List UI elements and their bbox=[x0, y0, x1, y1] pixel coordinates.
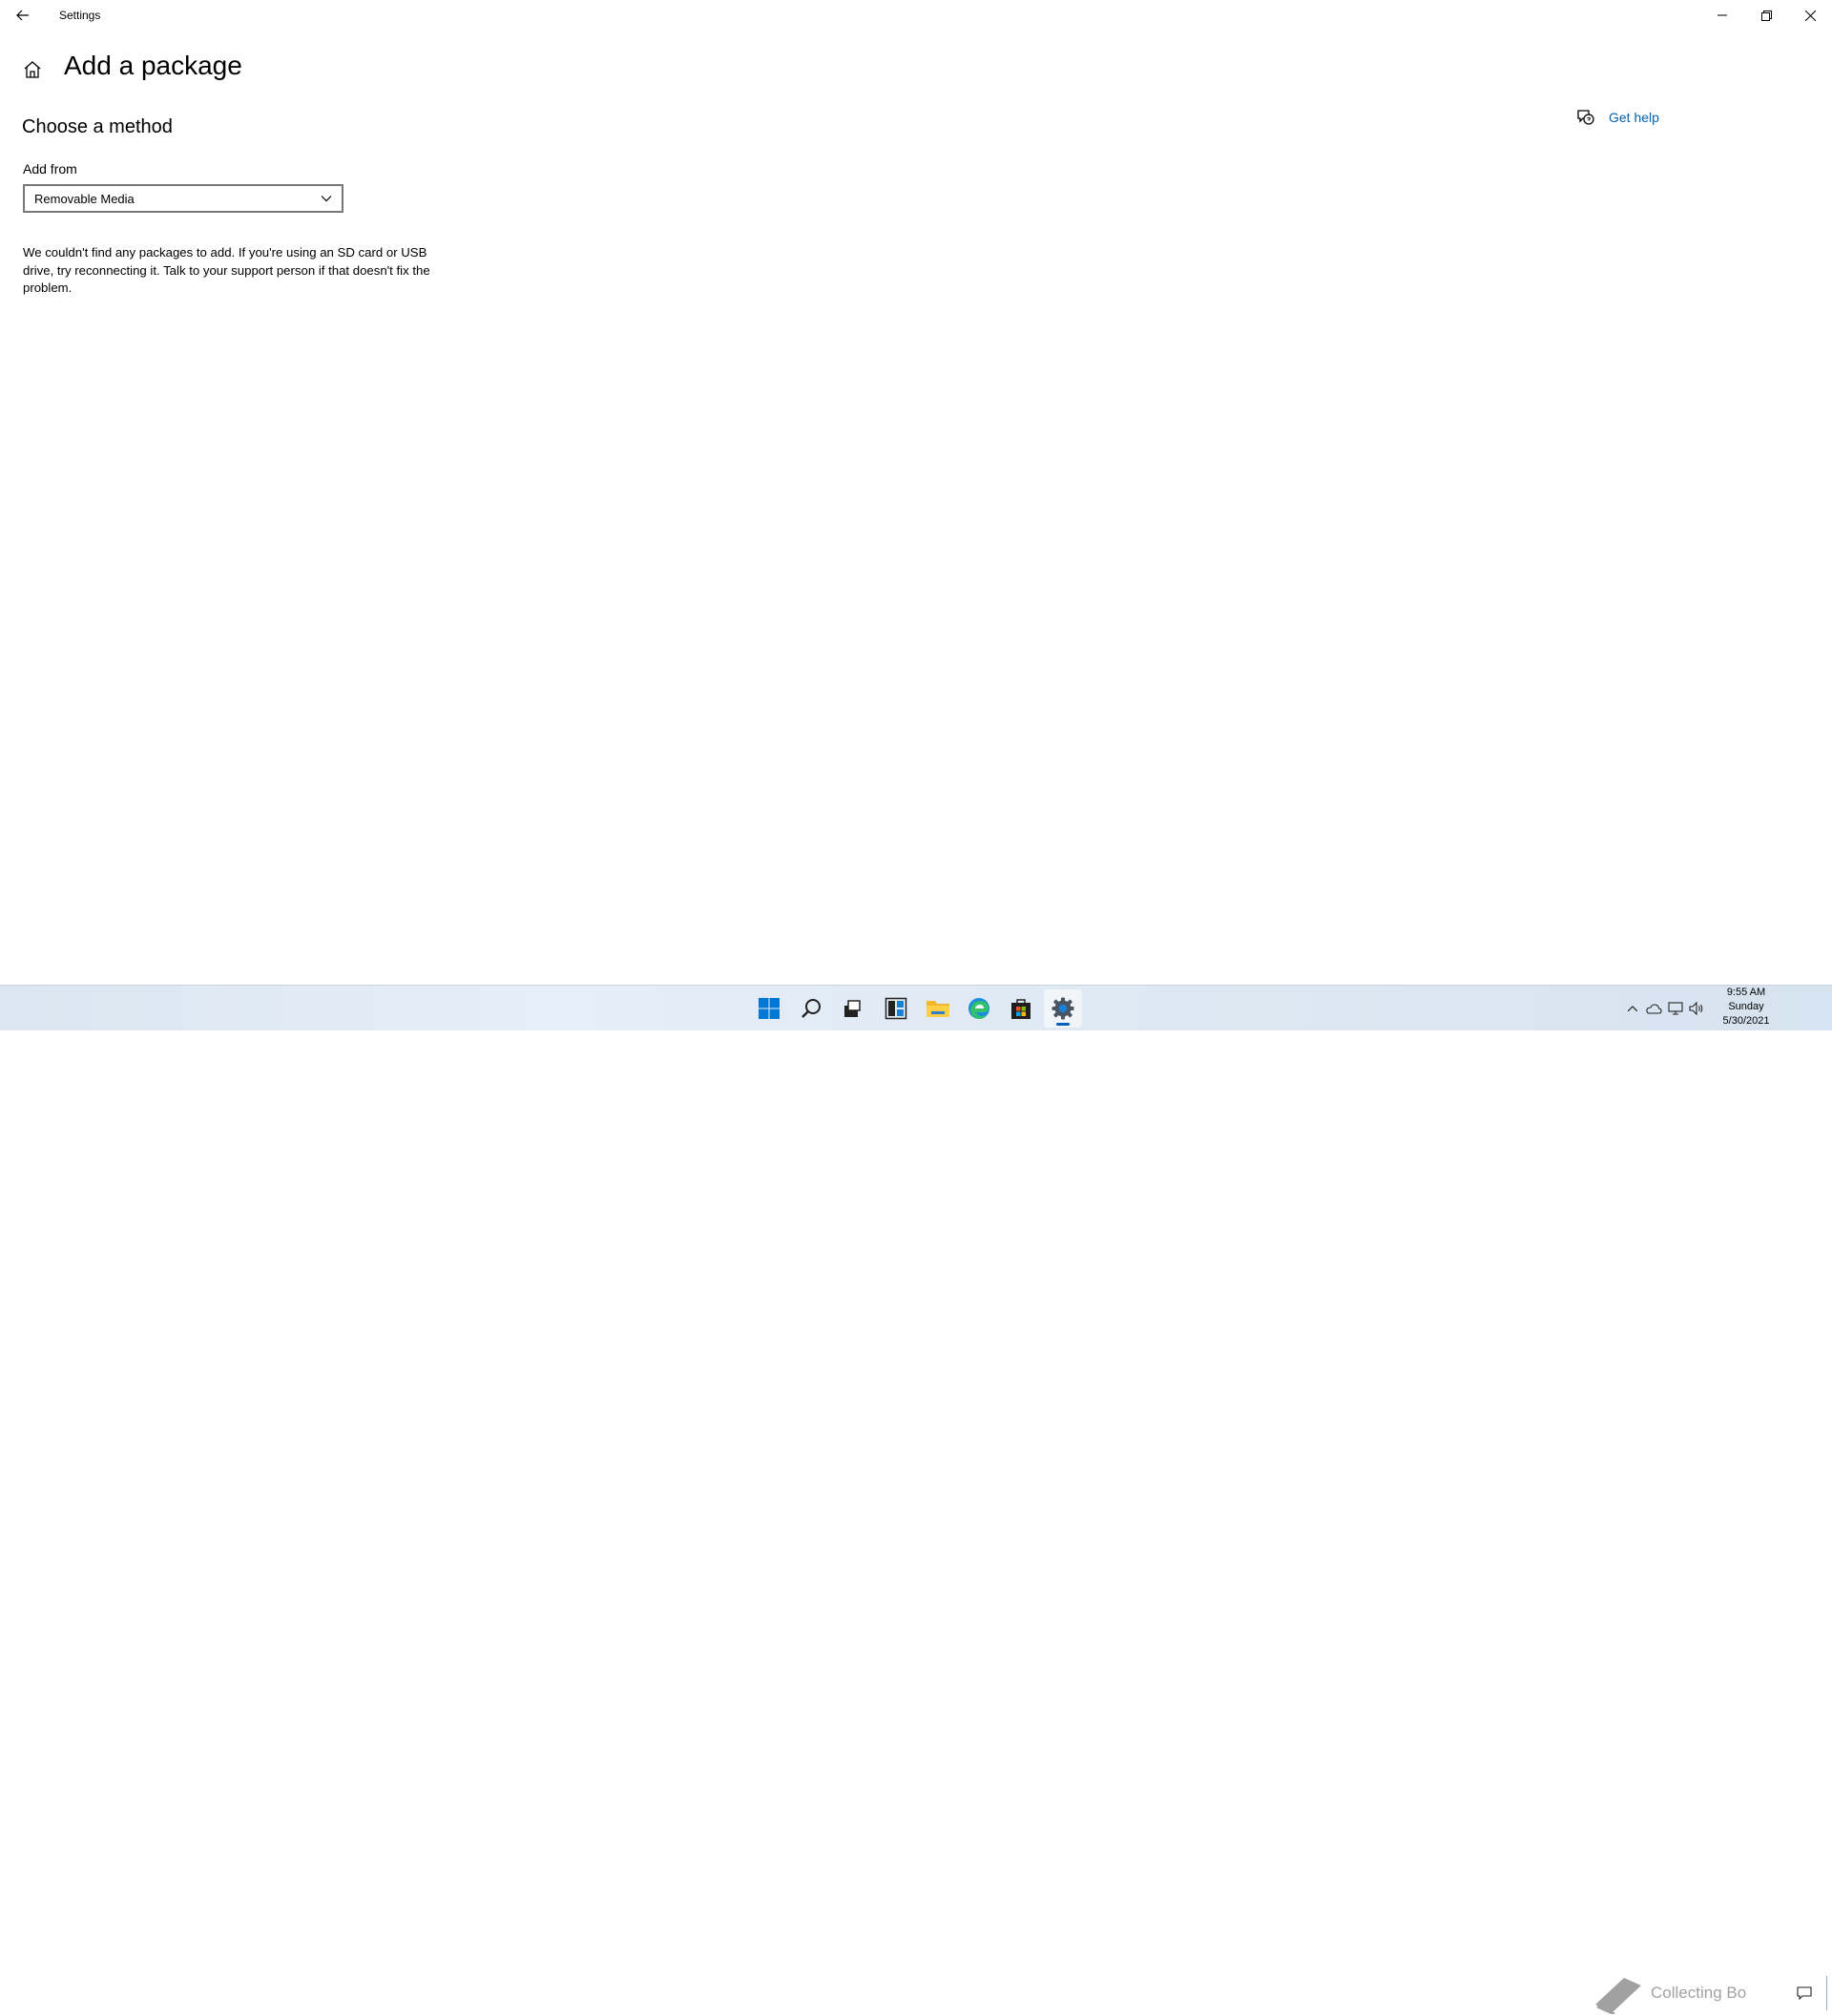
no-packages-message: We couldn't find any packages to add. If… bbox=[23, 245, 430, 295]
task-view-button[interactable] bbox=[833, 989, 871, 1028]
volume-tray[interactable] bbox=[1687, 986, 1706, 1031]
settings-taskbar-button[interactable] bbox=[1044, 989, 1082, 1028]
task-view-icon bbox=[844, 1000, 861, 1017]
page-title: Add a package bbox=[64, 51, 242, 80]
taskbar-clock[interactable]: 9:55 AM Sunday 5/30/2021 bbox=[1708, 986, 1784, 1029]
gear-icon bbox=[1051, 997, 1074, 1020]
add-from-dropdown[interactable]: Removable Media bbox=[23, 184, 344, 213]
taskbar: Collecting Bo bbox=[0, 985, 1832, 2014]
volume-icon bbox=[1689, 1002, 1703, 1015]
back-button[interactable] bbox=[8, 0, 38, 31]
clock-time: 9:55 AM bbox=[1726, 987, 1766, 998]
network-icon bbox=[1668, 1002, 1683, 1015]
store-icon bbox=[1011, 999, 1030, 1019]
notification-button[interactable] bbox=[1790, 1970, 1819, 2016]
section-title: Choose a method bbox=[22, 116, 173, 137]
title-bar: Settings bbox=[0, 0, 1832, 31]
store-button[interactable] bbox=[1002, 989, 1040, 1028]
restore-icon bbox=[1760, 10, 1772, 21]
get-help-label[interactable]: Get help bbox=[1609, 110, 1659, 125]
close-button[interactable] bbox=[1788, 0, 1832, 31]
search-icon bbox=[802, 999, 821, 1018]
minimize-button[interactable] bbox=[1700, 0, 1744, 31]
window-title: Settings bbox=[59, 9, 101, 22]
network-tray[interactable] bbox=[1666, 986, 1685, 1031]
book-logo-icon bbox=[1595, 1978, 1641, 2014]
tray-overflow-button[interactable] bbox=[1624, 986, 1641, 1031]
chevron-down-icon bbox=[321, 196, 332, 202]
file-explorer-button[interactable] bbox=[919, 989, 957, 1028]
close-icon bbox=[1804, 10, 1816, 21]
search-button[interactable] bbox=[792, 989, 830, 1028]
add-from-label: Add from bbox=[23, 161, 77, 177]
clock-date: 5/30/2021 bbox=[1722, 1015, 1770, 1027]
notification-icon bbox=[1797, 1986, 1812, 2000]
widgets-icon bbox=[885, 997, 907, 1020]
add-from-selected-value: Removable Media bbox=[34, 191, 135, 206]
folder-icon bbox=[926, 1001, 949, 1017]
widgets-button[interactable] bbox=[877, 989, 915, 1028]
chat-help-icon bbox=[1577, 110, 1594, 125]
windows-logo-icon bbox=[759, 998, 780, 1019]
home-button[interactable] bbox=[19, 56, 46, 83]
start-button[interactable] bbox=[750, 989, 788, 1028]
edge-icon bbox=[968, 998, 989, 1019]
watermark: Collecting Bo bbox=[1592, 1970, 1746, 2016]
restore-button[interactable] bbox=[1744, 0, 1788, 31]
chevron-up-icon bbox=[1628, 1006, 1637, 1011]
watermark-text: Collecting Bo bbox=[1651, 1984, 1747, 2002]
show-desktop-button[interactable] bbox=[1826, 1976, 1827, 2010]
clock-day: Sunday bbox=[1728, 1001, 1764, 1012]
onedrive-tray[interactable] bbox=[1643, 986, 1664, 1031]
cloud-icon bbox=[1646, 1004, 1662, 1014]
minimize-icon bbox=[1718, 14, 1727, 16]
active-app-indicator bbox=[1056, 1023, 1070, 1026]
edge-button[interactable] bbox=[960, 989, 998, 1028]
home-icon bbox=[24, 61, 41, 78]
get-help-link[interactable]: Get help bbox=[1576, 109, 1659, 126]
back-arrow-icon bbox=[16, 10, 29, 21]
